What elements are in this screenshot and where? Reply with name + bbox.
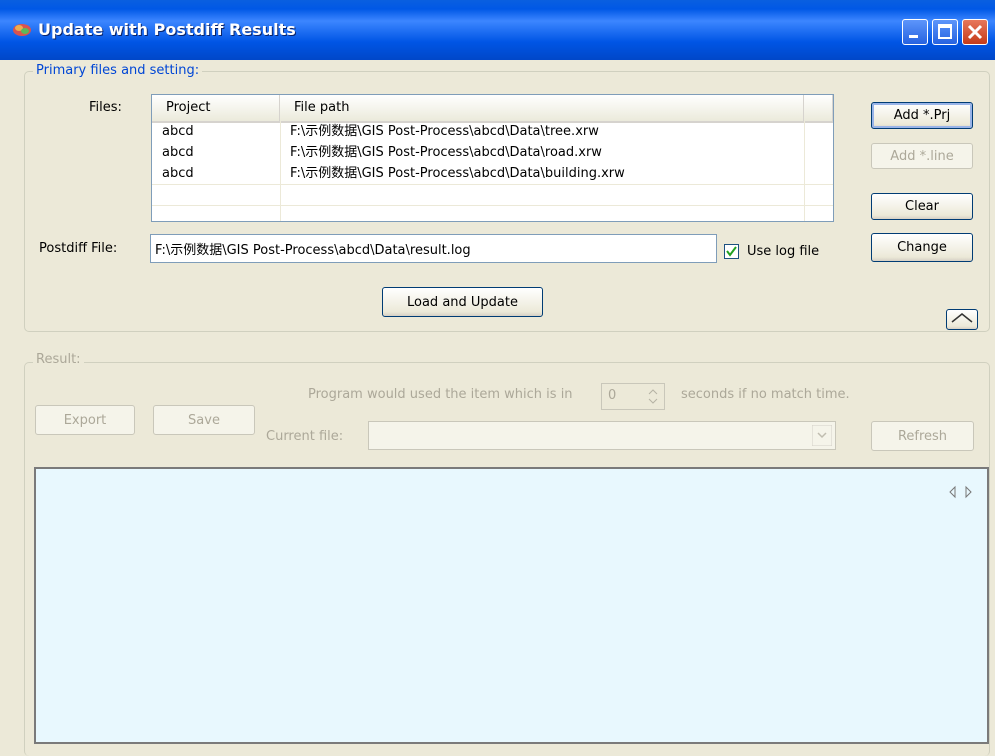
seconds-value: 0 bbox=[608, 388, 617, 403]
gridline bbox=[152, 184, 833, 185]
chevron-up-icon bbox=[951, 313, 973, 323]
column-header-empty[interactable] bbox=[804, 95, 833, 121]
cell-project: abcd bbox=[162, 166, 194, 181]
collapse-button[interactable] bbox=[946, 309, 978, 330]
scroll-arrows-icon[interactable] bbox=[949, 485, 973, 499]
result-legend: Result: bbox=[33, 352, 84, 367]
app-icon bbox=[13, 24, 31, 36]
maximize-button[interactable] bbox=[932, 19, 958, 45]
cell-file-path: F:\示例数据\GIS Post-Process\abcd\Data\road.… bbox=[290, 145, 602, 160]
primary-files-legend: Primary files and setting: bbox=[33, 63, 203, 78]
chevron-down-icon bbox=[812, 425, 832, 446]
current-file-label: Current file: bbox=[266, 429, 344, 444]
minimize-icon bbox=[909, 35, 918, 38]
cell-file-path: F:\示例数据\GIS Post-Process\abcd\Data\tree.… bbox=[290, 124, 599, 139]
add-prj-button[interactable]: Add *.Prj bbox=[871, 102, 973, 129]
result-output-area[interactable] bbox=[34, 467, 989, 744]
table-row[interactable]: abcd F:\示例数据\GIS Post-Process\abcd\Data\… bbox=[152, 165, 833, 186]
close-button[interactable] bbox=[962, 19, 988, 45]
window-title: Update with Postdiff Results bbox=[38, 20, 296, 39]
column-header-project[interactable]: Project bbox=[152, 95, 280, 121]
use-log-label[interactable]: Use log file bbox=[747, 244, 819, 259]
checkmark-icon bbox=[726, 246, 737, 257]
postdiff-file-input[interactable] bbox=[150, 234, 717, 263]
program-text-after: seconds if no match time. bbox=[681, 387, 850, 402]
cell-file-path: F:\示例数据\GIS Post-Process\abcd\Data\build… bbox=[290, 166, 625, 181]
files-list[interactable]: Project File path abcd F:\示例数据\GIS Post-… bbox=[151, 94, 834, 222]
refresh-button[interactable]: Refresh bbox=[871, 421, 974, 451]
add-line-button[interactable]: Add *.line bbox=[871, 143, 973, 169]
postdiff-file-label: Postdiff File: bbox=[39, 241, 118, 256]
column-header-file-path[interactable]: File path bbox=[280, 95, 804, 121]
spin-arrows-icon bbox=[648, 389, 658, 404]
export-button[interactable]: Export bbox=[35, 405, 135, 435]
files-label: Files: bbox=[89, 100, 122, 115]
minimize-button[interactable] bbox=[902, 19, 928, 45]
cell-project: abcd bbox=[162, 124, 194, 139]
files-list-header: Project File path bbox=[152, 95, 833, 123]
seconds-spinner[interactable]: 0 bbox=[601, 383, 665, 410]
program-text-before: Program would used the item which is in bbox=[308, 387, 573, 402]
close-icon bbox=[967, 24, 983, 40]
maximize-icon bbox=[938, 24, 952, 39]
load-and-update-button[interactable]: Load and Update bbox=[382, 287, 543, 317]
cell-project: abcd bbox=[162, 145, 194, 160]
title-bar[interactable]: Update with Postdiff Results bbox=[0, 0, 995, 60]
gridline bbox=[152, 205, 833, 206]
save-button[interactable]: Save bbox=[153, 405, 255, 435]
change-button[interactable]: Change bbox=[871, 233, 973, 262]
use-log-checkbox[interactable] bbox=[724, 244, 739, 259]
clear-button[interactable]: Clear bbox=[871, 193, 973, 220]
table-row[interactable]: abcd F:\示例数据\GIS Post-Process\abcd\Data\… bbox=[152, 123, 833, 144]
table-row[interactable]: abcd F:\示例数据\GIS Post-Process\abcd\Data\… bbox=[152, 144, 833, 165]
current-file-select[interactable] bbox=[368, 421, 836, 450]
